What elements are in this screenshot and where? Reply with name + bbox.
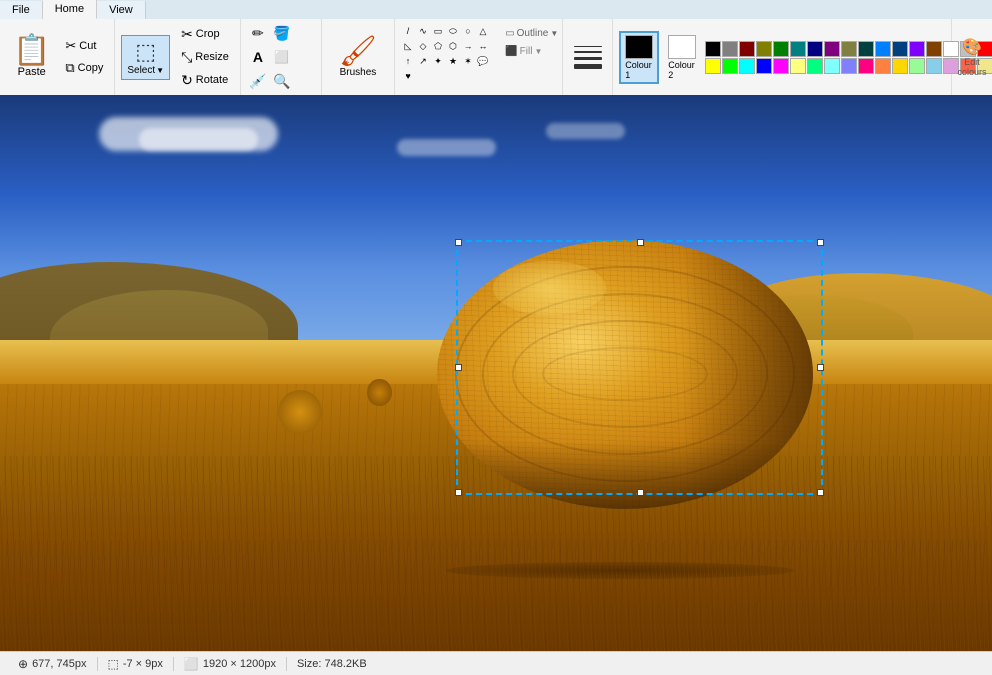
cursor-icon: ⊕ <box>18 657 28 671</box>
rotate-icon: ↻ <box>181 72 193 89</box>
uarrow-shape[interactable]: ↑ <box>401 54 415 68</box>
copy-icon: ⧉ <box>65 60 74 76</box>
crop-icon: ✂ <box>181 26 193 43</box>
rtriangle-shape[interactable]: ◺ <box>401 39 415 53</box>
color-swatch[interactable] <box>705 58 721 74</box>
outline-button[interactable]: ▭ Outline ▼ <box>501 26 556 41</box>
magnifier-tool[interactable]: 🔍 <box>271 70 293 92</box>
canvas-image[interactable] <box>0 95 992 651</box>
color-swatch[interactable] <box>739 58 755 74</box>
size-selector[interactable] <box>572 44 604 71</box>
tab-home[interactable]: Home <box>43 0 97 19</box>
color-swatch[interactable] <box>875 41 891 57</box>
tab-file[interactable]: File <box>0 1 43 19</box>
color-swatch[interactable] <box>790 41 806 57</box>
selection-icon: ⬚ <box>108 657 119 671</box>
paste-icon: 📋 <box>13 36 50 66</box>
file-size: Size: 748.2KB <box>287 658 377 670</box>
brushes-label: Brushes <box>340 67 377 78</box>
color-swatch[interactable] <box>926 58 942 74</box>
brushes-icon: 🖌 <box>339 37 377 67</box>
color-swatch[interactable] <box>841 41 857 57</box>
heart-shape[interactable]: ♥ <box>401 69 415 83</box>
resize-button[interactable]: ⤡ Resize <box>176 47 234 68</box>
edit-colors-icon: 🎨 <box>962 39 982 56</box>
curve-shape[interactable]: ∿ <box>416 24 430 38</box>
hexagon-shape[interactable]: ⬡ <box>446 39 460 53</box>
callout-shape[interactable]: 💬 <box>476 54 490 68</box>
color-swatch[interactable] <box>807 58 823 74</box>
select-label: Select <box>127 65 155 76</box>
color-swatch[interactable] <box>722 58 738 74</box>
image-size-icon: ⬜ <box>184 657 199 671</box>
arrow-shape[interactable]: → <box>461 39 475 53</box>
brushes-button[interactable]: 🖌 Brushes <box>328 32 388 83</box>
select-button[interactable]: ⬚ Select ▼ <box>121 35 170 80</box>
canvas-area[interactable] <box>0 95 992 651</box>
color-swatch[interactable] <box>756 41 772 57</box>
color1-selector[interactable]: Colour 1 <box>619 31 659 84</box>
pentagon-shape[interactable]: ⬠ <box>431 39 445 53</box>
color-swatch[interactable] <box>807 41 823 57</box>
triangle-shape[interactable]: △ <box>476 24 490 38</box>
crop-button[interactable]: ✂ Crop <box>176 24 234 45</box>
edit-colors-button[interactable]: 🎨 Editcolours <box>956 35 989 79</box>
color-swatch[interactable] <box>892 58 908 74</box>
color-swatch[interactable] <box>909 41 925 57</box>
resize-icon: ⤡ <box>181 49 192 66</box>
star5-shape[interactable]: ★ <box>446 54 460 68</box>
text-tool[interactable]: A <box>247 46 269 68</box>
outline-dropdown[interactable]: ▼ <box>550 29 558 38</box>
outline-icon: ▭ <box>505 28 514 39</box>
select-icon: ⬚ <box>135 39 156 65</box>
ellipse-shape[interactable]: ○ <box>461 24 475 38</box>
color-swatch[interactable] <box>722 41 738 57</box>
qarrow-shape[interactable]: ↗ <box>416 54 430 68</box>
color-swatch[interactable] <box>739 41 755 57</box>
color-swatch[interactable] <box>892 41 908 57</box>
star4-shape[interactable]: ✦ <box>431 54 445 68</box>
color-swatch[interactable] <box>858 58 874 74</box>
color2-selector[interactable]: Colour 2 <box>663 32 701 83</box>
paste-button[interactable]: 📋 Paste <box>6 33 57 81</box>
diamond-shape[interactable]: ◇ <box>416 39 430 53</box>
color-swatch[interactable] <box>773 58 789 74</box>
ribbon: File Home View 📋 Paste ✂ Cut ⧉ Copy <box>0 0 992 95</box>
color-swatch[interactable] <box>875 58 891 74</box>
color-swatch[interactable] <box>756 58 772 74</box>
color-swatch[interactable] <box>824 41 840 57</box>
fill-button[interactable]: ⬛ Fill ▼ <box>501 44 556 59</box>
fill-tool[interactable]: 🪣 <box>271 22 293 44</box>
cursor-position: ⊕ 677, 745px <box>8 657 98 671</box>
color-swatch[interactable] <box>841 58 857 74</box>
eraser-tool[interactable]: ⬜ <box>271 46 293 68</box>
color-swatch[interactable] <box>926 41 942 57</box>
pencil-tool[interactable]: ✏ <box>247 22 269 44</box>
color-swatch[interactable] <box>773 41 789 57</box>
status-bar: ⊕ 677, 745px ⬚ -7 × 9px ⬜ 1920 × 1200px … <box>0 651 992 675</box>
rect-shape[interactable]: ▭ <box>431 24 445 38</box>
fill-dropdown[interactable]: ▼ <box>534 47 542 56</box>
image-dimensions: ⬜ 1920 × 1200px <box>174 657 287 671</box>
line-shape[interactable]: / <box>401 24 415 38</box>
color-picker-tool[interactable]: 💉 <box>247 70 269 92</box>
cut-button[interactable]: ✂ Cut <box>60 36 108 56</box>
paste-label: Paste <box>18 66 46 78</box>
color-swatch[interactable] <box>790 58 806 74</box>
selection-size: ⬚ -7 × 9px <box>98 657 174 671</box>
copy-button[interactable]: ⧉ Copy <box>60 58 108 78</box>
star6-shape[interactable]: ✶ <box>461 54 475 68</box>
roundrect-shape[interactable]: ⬭ <box>446 24 460 38</box>
select-dropdown-icon[interactable]: ▼ <box>156 66 164 75</box>
darrow-shape[interactable]: ↔ <box>476 39 490 53</box>
rotate-button[interactable]: ↻ Rotate <box>176 70 234 91</box>
fill-icon: ⬛ <box>505 46 517 57</box>
color-swatch[interactable] <box>824 58 840 74</box>
tab-view[interactable]: View <box>97 1 146 19</box>
color-swatch[interactable] <box>858 41 874 57</box>
cut-icon: ✂ <box>65 38 76 54</box>
color-swatch[interactable] <box>705 41 721 57</box>
color-swatch[interactable] <box>909 58 925 74</box>
